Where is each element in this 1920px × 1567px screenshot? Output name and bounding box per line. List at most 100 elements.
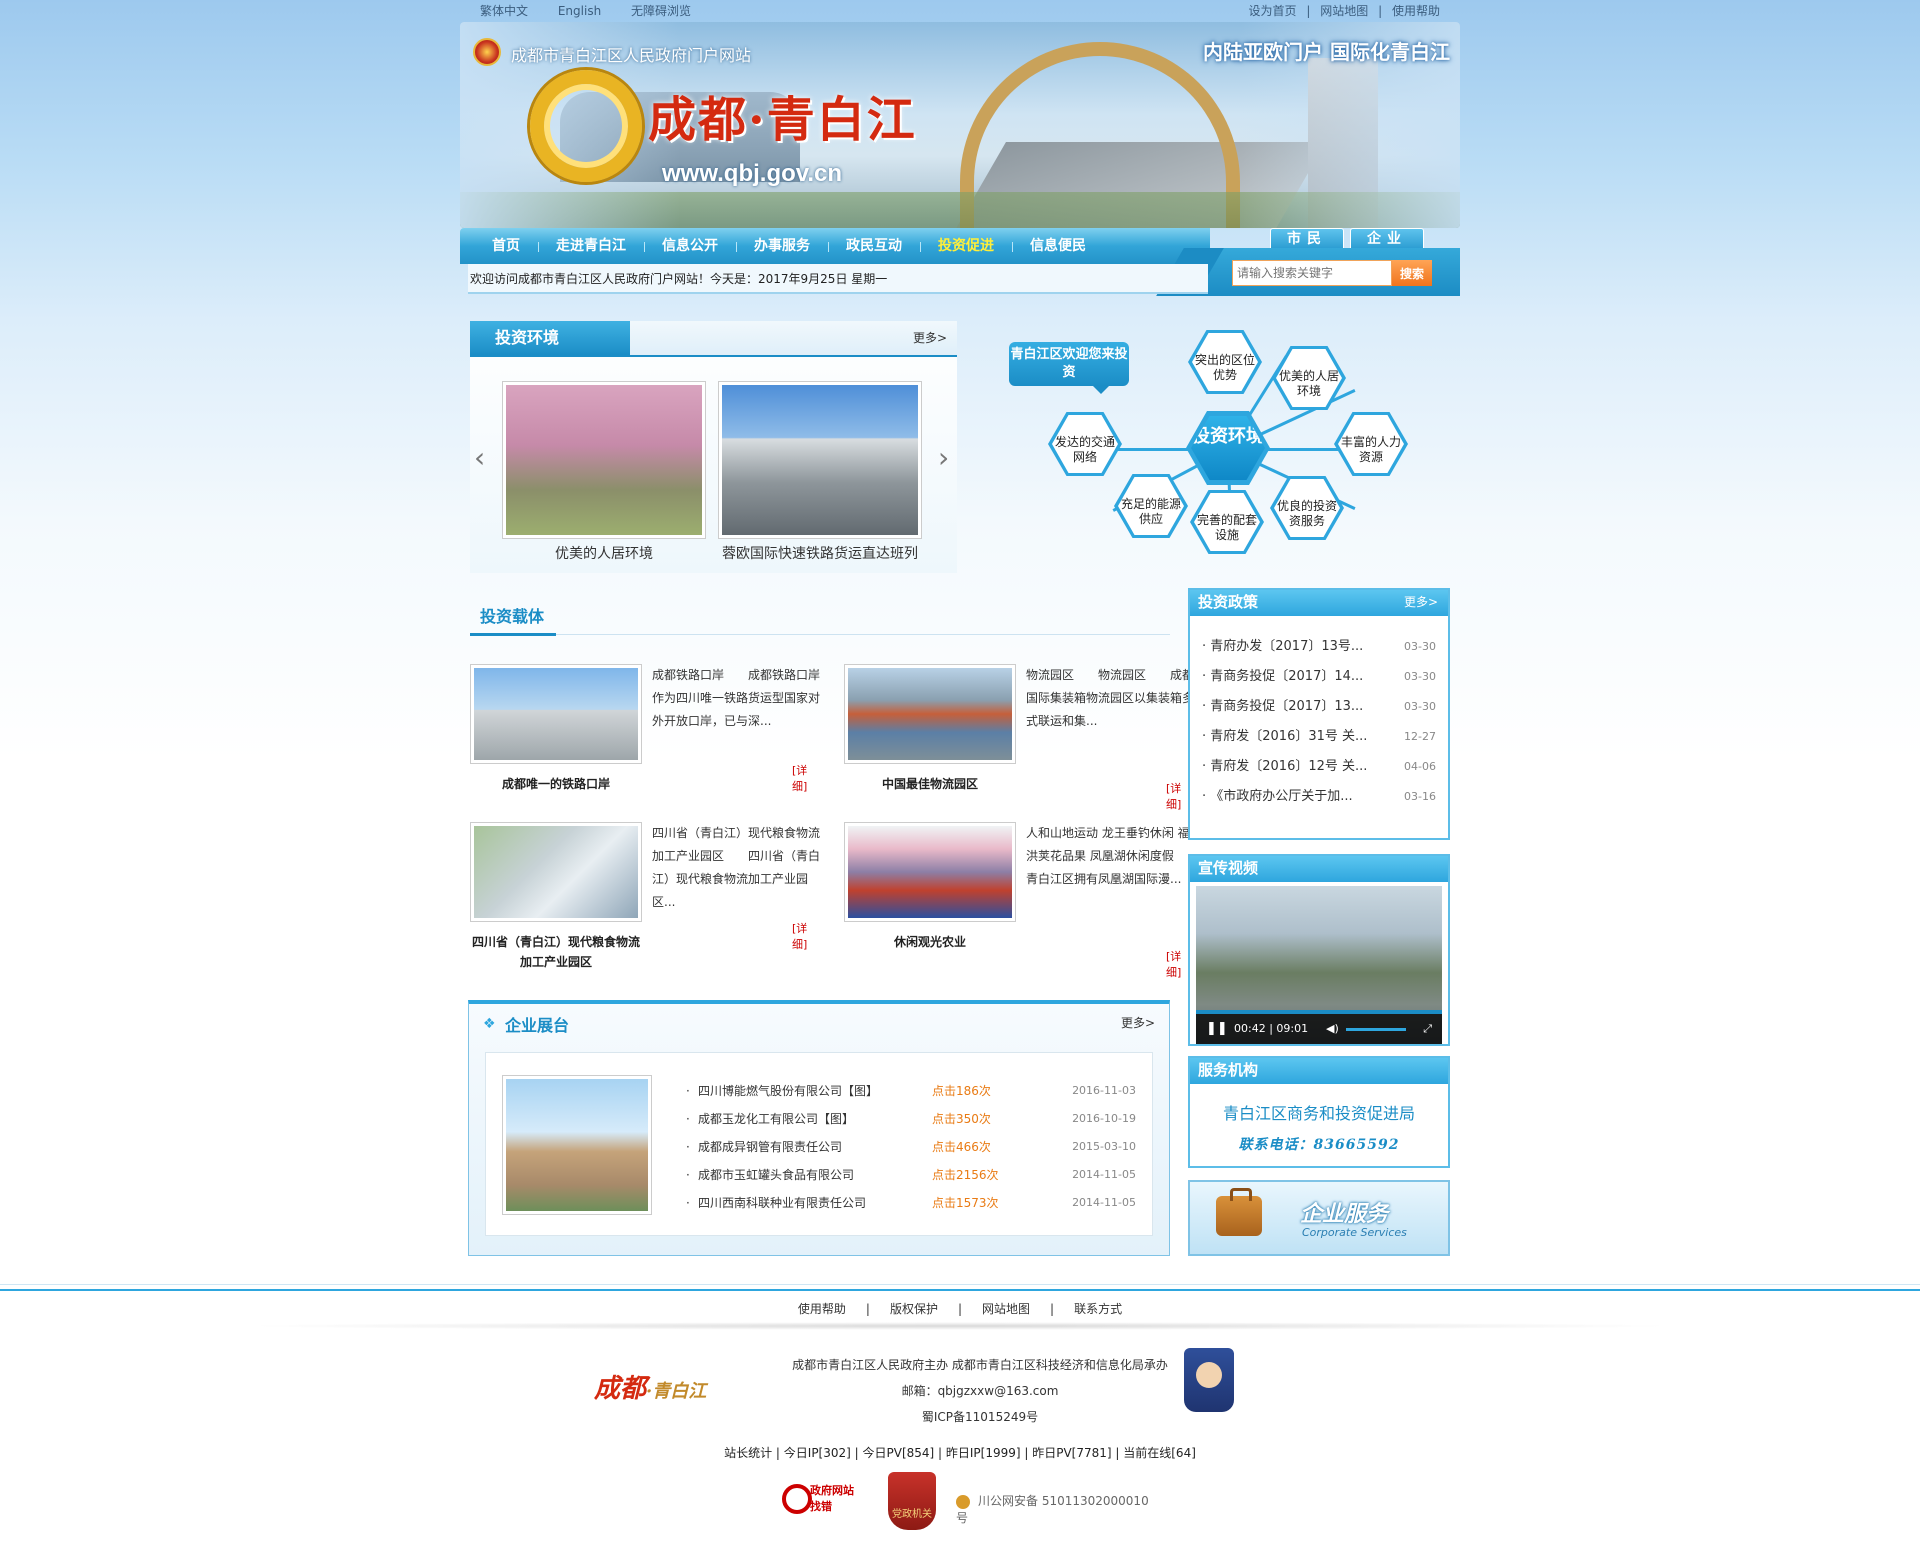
search-button[interactable]: 搜索 xyxy=(1392,260,1432,286)
section-title: 投资载体 xyxy=(470,600,556,636)
nav-item-about[interactable]: 走进青白江 xyxy=(538,228,644,264)
welcome-bubble: 青白江区欢迎您来投资 xyxy=(1009,342,1129,394)
chevron-right-icon[interactable]: › xyxy=(938,441,949,474)
footer-link-contact[interactable]: 联系方式 xyxy=(1074,1302,1122,1316)
gov-site-error-report-badge[interactable]: 政府网站 找错 xyxy=(780,1480,862,1518)
service-title: 企业服务 xyxy=(1300,1202,1389,1227)
link-sitemap[interactable]: 网站地图 xyxy=(1320,4,1368,18)
carrier-thumbnail[interactable] xyxy=(844,664,1016,764)
volume-icon[interactable]: ◀) xyxy=(1326,1014,1339,1044)
carrier-thumbnail[interactable] xyxy=(470,664,642,764)
chevron-left-icon[interactable]: ‹ xyxy=(474,441,485,474)
nav-item-interaction[interactable]: 政民互动 xyxy=(828,228,920,264)
tab-enterprise[interactable]: 企业 xyxy=(1350,228,1424,248)
top-bar: 繁体中文 English 无障碍浏览 设为首页 | 网站地图 | 使用帮助 xyxy=(460,0,1460,22)
center-hex[interactable]: 投资环境 xyxy=(1186,411,1270,485)
nav-item-investment[interactable]: 投资促进 xyxy=(920,228,1012,264)
link-help[interactable]: 使用帮助 xyxy=(1392,4,1440,18)
link-set-homepage[interactable]: 设为首页 xyxy=(1249,4,1297,18)
pause-icon[interactable]: ❚❚ xyxy=(1206,1014,1228,1044)
footer-logo: 成都·青白江 xyxy=(594,1374,707,1404)
divider xyxy=(556,634,1170,635)
enterprise-photo[interactable] xyxy=(502,1075,652,1215)
photo-rail-freight[interactable] xyxy=(718,381,922,539)
cyber-police-icon[interactable] xyxy=(1184,1348,1234,1412)
list-item[interactable]: · 四川西南科联种业有限责任公司 点击1573次 2014-11-05 xyxy=(686,1189,1136,1217)
carrier-thumbnail[interactable] xyxy=(844,822,1016,922)
footer-email[interactable]: 邮箱：qbjgzxxw@163.com xyxy=(740,1378,1220,1404)
volume-slider[interactable] xyxy=(1346,1028,1406,1031)
logo-text: 成都·青白江 xyxy=(648,92,917,148)
list-item[interactable]: · 青商务投促〔2017〕14... 03-30 xyxy=(1202,662,1440,692)
enterprise-showcase-panel: ❖ 企业展台 更多> · 四川博能燃气股份有限公司【图】 点击186次 2016-1… xyxy=(468,1000,1170,1256)
footer-link-sitemap[interactable]: 网站地图 xyxy=(982,1302,1030,1316)
panel-header: 投资政策 更多> xyxy=(1190,590,1448,616)
investment-environment-panel: 投资环境 更多> ‹ 优美的人居环境 蓉欧国际快速铁路货运直达班列 › xyxy=(470,321,957,573)
link-accessible[interactable]: 无障碍浏览 xyxy=(631,4,691,18)
carrier-caption[interactable]: 四川省（青白江）现代粮食物流加工产业园区 xyxy=(470,932,642,972)
investment-policy-panel: 投资政策 更多> · 青府办发〔2017〕13号... 03-30 · 青商务投促〔… xyxy=(1188,588,1450,840)
photo-living-environment[interactable] xyxy=(502,381,706,539)
separator: | xyxy=(1378,4,1383,18)
list-item[interactable]: · 成都成异钢管有限责任公司 点击466次 2015-03-10 xyxy=(686,1133,1136,1161)
photo-caption[interactable]: 蓉欧国际快速铁路货运直达班列 xyxy=(715,543,925,563)
investment-diagram: 青白江区欢迎您来投资 投资环境 ⌖突出的区位优势 ▲优美的人居环境 ☻丰富的人力… xyxy=(1000,318,1450,580)
link-traditional-chinese[interactable]: 繁体中文 xyxy=(480,4,528,18)
party-gov-org-badge[interactable]: 党政机关 xyxy=(888,1472,936,1530)
service-subtitle: Corporate Services xyxy=(1302,1226,1407,1239)
photo-caption[interactable]: 优美的人居环境 xyxy=(499,543,709,563)
top-links-left: 繁体中文 English 无障碍浏览 xyxy=(480,0,717,22)
nav-item-home[interactable]: 首页 xyxy=(474,228,538,264)
list-item[interactable]: · 成都市玉虹罐头食品有限公司 点击2156次 2014-11-05 xyxy=(686,1161,1136,1189)
nav-item-info-disclosure[interactable]: 信息公开 xyxy=(644,228,736,264)
enterprise-service-button[interactable]: 企业服务 Corporate Services xyxy=(1188,1180,1450,1256)
carrier-thumbnail[interactable] xyxy=(470,822,642,922)
footer-link-copyright[interactable]: 版权保护 xyxy=(890,1302,938,1316)
link-english[interactable]: English xyxy=(558,4,601,18)
carrier-desc: 四川省（青白江）现代粮食物流加工产业园区 四川省（青白江）现代粮食物流加工产业园… xyxy=(652,826,821,909)
list-item[interactable]: · 青商务投促〔2017〕13... 03-30 xyxy=(1202,692,1440,722)
video-player[interactable]: ❚❚ 00:42 | 09:01 ◀) ⤢ xyxy=(1196,886,1442,1044)
list-item[interactable]: · 《市政府办公厅关于加... 03-16 xyxy=(1202,782,1440,812)
search-input[interactable] xyxy=(1232,260,1392,286)
footer-icp[interactable]: 蜀ICP备11015249号 xyxy=(740,1404,1220,1430)
hex-human-resources[interactable]: ☻丰富的人力资源 xyxy=(1334,412,1408,476)
list-item[interactable]: · 青府办发〔2017〕13号... 03-30 xyxy=(1202,632,1440,662)
list-item[interactable]: · 青府发〔2016〕12号 关... 04-06 xyxy=(1202,752,1440,782)
hex-facilities[interactable]: ◎完善的配套设施 xyxy=(1190,490,1264,554)
detail-link[interactable]: [详细] xyxy=(792,762,820,794)
top-links-right: 设为首页 | 网站地图 | 使用帮助 xyxy=(1243,0,1440,22)
more-link[interactable]: 更多> xyxy=(1404,590,1438,614)
investment-carrier-section: 投资载体 成都唯一的铁路口岸 成都铁路口岸 成都铁路口岸作为四川唯一铁路货运型国… xyxy=(470,600,1198,980)
footer-line xyxy=(0,1284,1920,1285)
nav-item-convenience[interactable]: 信息便民 xyxy=(1012,228,1104,264)
nav-item-services[interactable]: 办事服务 xyxy=(736,228,828,264)
org-name[interactable]: 青白江区商务和投资促进局 xyxy=(1190,1100,1448,1124)
separator: | xyxy=(1306,4,1311,18)
tab-citizen[interactable]: 市民 xyxy=(1270,228,1344,248)
list-item: 四川省（青白江）现代粮食物流加工产业园区 四川省（青白江）现代粮食物流加工产业园… xyxy=(470,822,820,972)
list-item[interactable]: · 四川博能燃气股份有限公司【图】 点击186次 2016-11-03 xyxy=(686,1077,1136,1105)
carrier-desc: 人和山地运动 龙王垂钓休闲 福洪荚花品果 凤凰湖休闲度假 青白江区拥有凤凰湖国际… xyxy=(1026,826,1198,886)
footer-link-help[interactable]: 使用帮助 xyxy=(798,1302,846,1316)
police-registration[interactable]: 川公网安备 51011302000010号 xyxy=(956,1492,1160,1526)
more-link[interactable]: 更多> xyxy=(1121,1014,1155,1031)
footer-info: 成都市青白江区人民政府主办 成都市青白江区科技经济和信息化局承办 邮箱：qbjg… xyxy=(740,1352,1220,1430)
more-link[interactable]: 更多> xyxy=(913,329,947,346)
hex-transport[interactable]: ↗发达的交通网络 xyxy=(1048,412,1122,476)
header-banner: 成都市青白江区人民政府门户网站 内陆亚欧门户 国际化青白江 成都·青白江 www… xyxy=(460,22,1460,228)
list-item[interactable]: · 成都玉龙化工有限公司【图】 点击350次 2016-10-19 xyxy=(686,1105,1136,1133)
hex-location[interactable]: ⌖突出的区位优势 xyxy=(1188,330,1262,394)
list-item: 成都唯一的铁路口岸 成都铁路口岸 成都铁路口岸作为四川唯一铁路货运型国家对外开放… xyxy=(470,664,820,814)
detail-link[interactable]: [详细] xyxy=(792,920,820,952)
fullscreen-icon[interactable]: ⤢ xyxy=(1423,1014,1432,1044)
carrier-caption[interactable]: 中国最佳物流园区 xyxy=(844,774,1016,794)
hex-investment-service[interactable]: ▥优良的投资资服务 xyxy=(1270,476,1344,540)
list-item[interactable]: · 青府发〔2016〕31号 关... 12-27 xyxy=(1202,722,1440,752)
logo-ring-icon xyxy=(530,70,642,182)
hex-energy[interactable]: ✣充足的能源供应 xyxy=(1114,474,1188,538)
carrier-caption[interactable]: 休闲观光农业 xyxy=(844,932,1016,952)
diamond-icon: ❖ xyxy=(483,1016,496,1032)
site-name: 成都市青白江区人民政府门户网站 xyxy=(511,46,752,65)
carrier-caption[interactable]: 成都唯一的铁路口岸 xyxy=(470,774,642,794)
